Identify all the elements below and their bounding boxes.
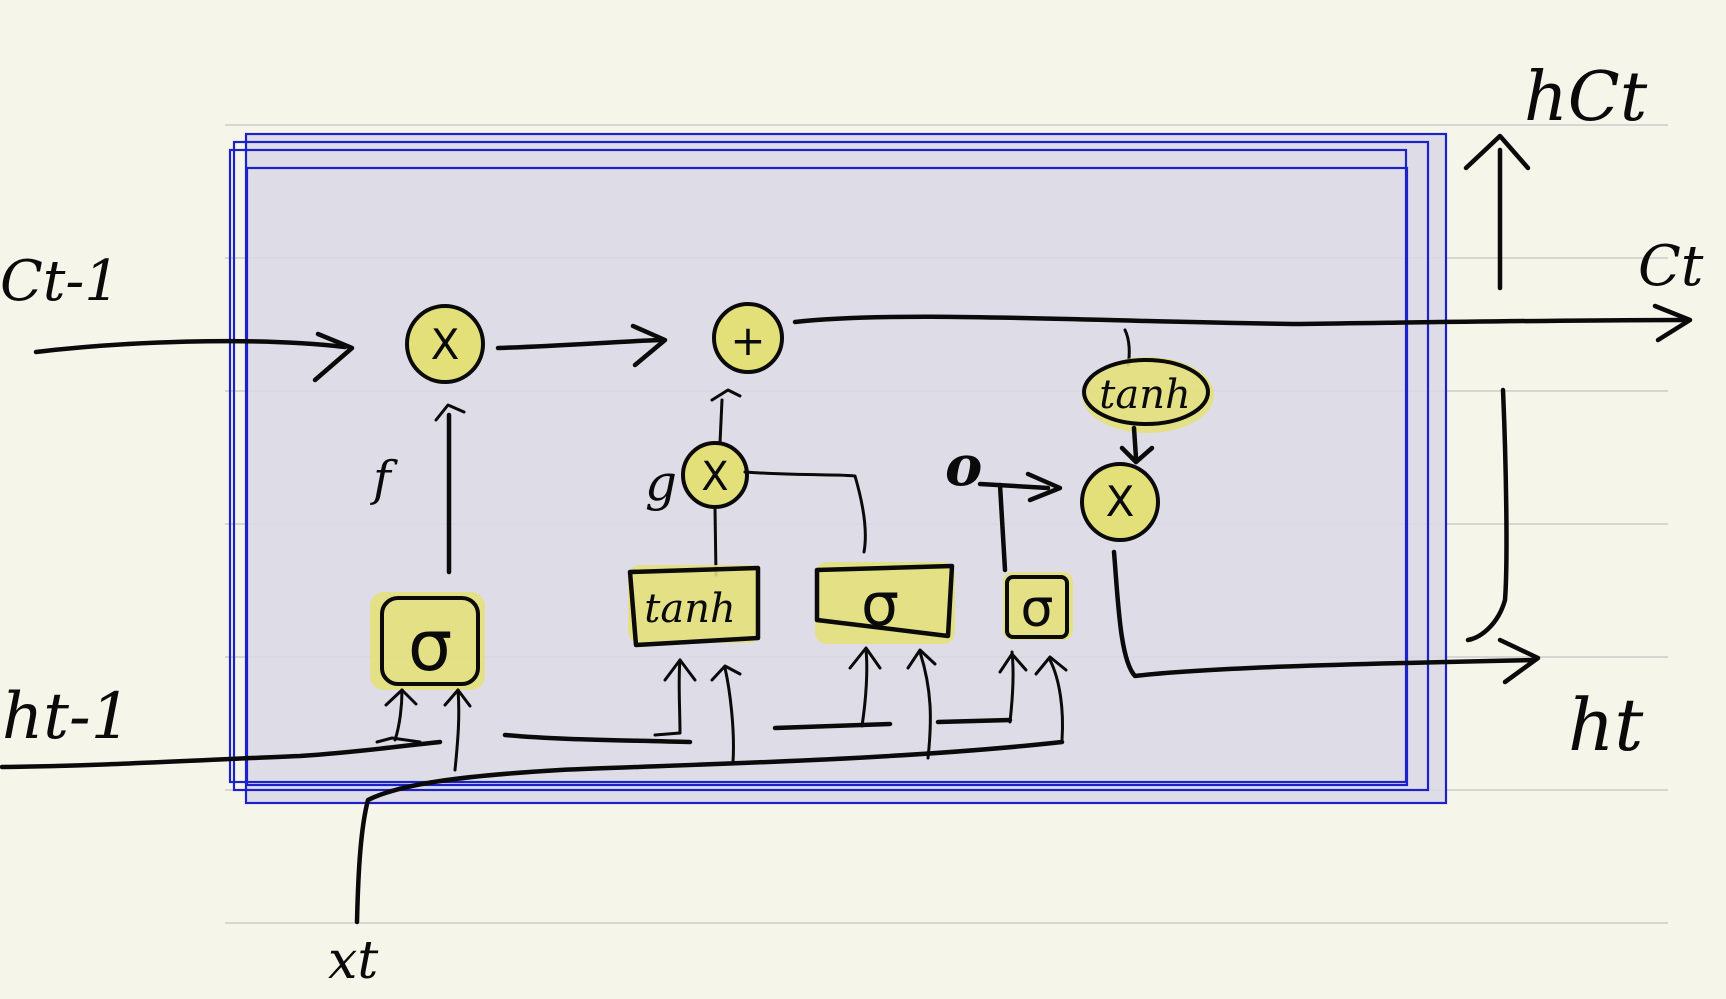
candidate-tanh-label: tanh bbox=[644, 586, 735, 632]
hidden-out-label: ht bbox=[1568, 683, 1644, 767]
cell-tanh-label: tanh bbox=[1099, 372, 1190, 418]
cell-frame-stack bbox=[228, 132, 1448, 805]
candidate-tanh-box: tanh bbox=[627, 565, 761, 648]
cell-out-label: Ct bbox=[1638, 234, 1704, 299]
cell-add-node: + bbox=[712, 302, 784, 374]
hidden-prev-label: ht-1 bbox=[2, 680, 131, 754]
output-multiply-symbol: X bbox=[1106, 477, 1135, 526]
input-sigma-symbol: σ bbox=[861, 570, 899, 640]
output-sigma-symbol: σ bbox=[1021, 579, 1054, 639]
input-multiply-symbol: X bbox=[701, 454, 728, 500]
cell-add-symbol: + bbox=[730, 316, 765, 365]
forget-gate-sigma: σ bbox=[370, 592, 485, 690]
x-input-label: xt bbox=[328, 931, 378, 991]
hidden-up-label: hCt bbox=[1524, 58, 1648, 137]
output-gate-label: o bbox=[945, 433, 982, 499]
cell-tanh-oval: tanh bbox=[1082, 357, 1214, 433]
input-gate-sigma: σ bbox=[814, 562, 955, 644]
forget-multiply-node: X bbox=[405, 304, 485, 384]
output-gate-sigma: σ bbox=[1003, 572, 1073, 640]
lstm-diagram: X + f σ g X tanh σ o σ tanh X Ct-1 ht-1 … bbox=[0, 58, 1704, 991]
input-multiply-node: X bbox=[681, 441, 749, 509]
forget-multiply-symbol: X bbox=[431, 320, 460, 369]
forget-sigma-symbol: σ bbox=[408, 605, 452, 687]
candidate-gate-label: g bbox=[645, 454, 677, 512]
output-multiply-node: X bbox=[1080, 462, 1160, 542]
cell-prev-label: Ct-1 bbox=[0, 249, 120, 314]
